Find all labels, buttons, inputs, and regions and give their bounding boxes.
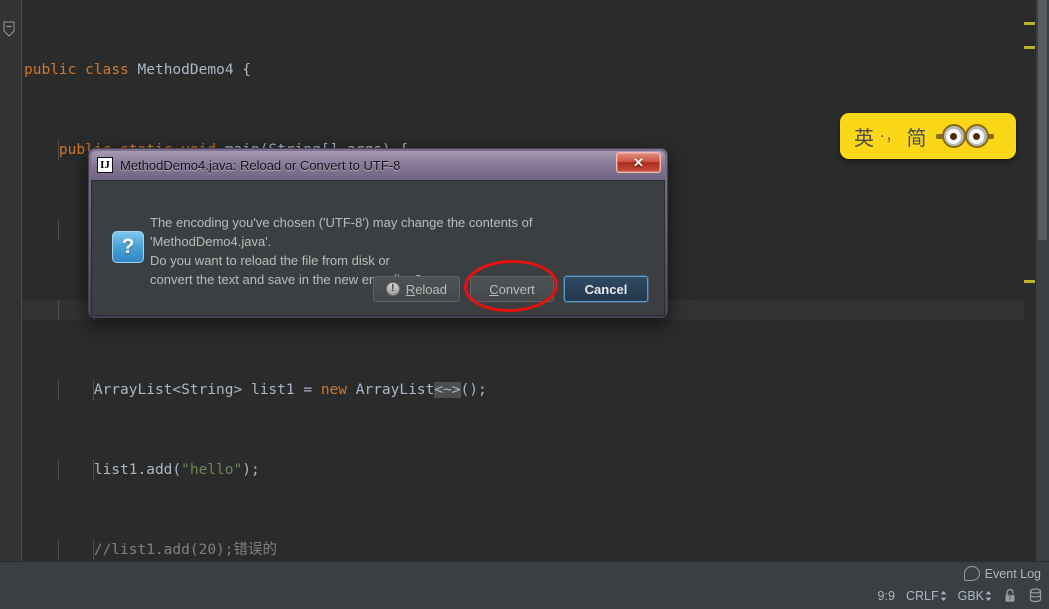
eye-white (969, 128, 985, 144)
code-line: public class MethodDemo4 { (24, 62, 252, 78)
status-bar: Event Log 9:9 CRLF GBK T (0, 561, 1049, 609)
speech-bubble-icon (963, 566, 980, 581)
intellij-idea-icon: IJ (97, 157, 113, 173)
svg-text:T: T (1008, 596, 1012, 602)
code-line: ArrayList<String> list1 = new ArrayList<… (24, 380, 487, 400)
chevron-updown-icon (940, 590, 947, 602)
encoding-label: GBK (957, 588, 984, 603)
eye-pupil (973, 132, 981, 140)
error-stripe-marker-bar[interactable] (1024, 0, 1036, 562)
ime-mode-label[interactable]: 英 (854, 122, 874, 151)
close-icon[interactable]: ✕ (616, 152, 661, 173)
event-log-button[interactable]: Event Log (963, 566, 1041, 581)
warning-marker[interactable] (1024, 22, 1035, 25)
editor-gutter[interactable] (0, 0, 22, 562)
code-line: //list1.add(20);错误的 (22, 540, 1024, 560)
goggle-eye-right (964, 124, 989, 148)
status-bar-widgets: 9:9 CRLF GBK T (878, 588, 1043, 603)
database-icon[interactable] (1028, 588, 1043, 603)
chevron-updown-icon (985, 590, 992, 602)
encoding-widget[interactable]: GBK (958, 589, 992, 603)
code-line: list1.add("hello"); (24, 460, 260, 480)
warning-icon: ! (385, 282, 400, 296)
ime-status-popup[interactable]: 英 ·， 简 (840, 113, 1016, 159)
editor-right-strip (1024, 0, 1049, 562)
status-bar-bottom-row: 9:9 CRLF GBK T (0, 586, 1049, 609)
dialog-message-line: The encoding you've chosen ('UTF-8') may… (150, 215, 533, 230)
convert-rest: onvert (498, 281, 535, 297)
editor-scrollbar[interactable] (1036, 0, 1049, 562)
warning-marker[interactable] (1024, 46, 1035, 49)
reload-button-label: Reload (406, 282, 447, 297)
line-separator-widget[interactable]: CRLF (906, 589, 947, 603)
goggle-eye-left (941, 124, 966, 148)
cancel-button[interactable]: Cancel (564, 276, 648, 302)
idea-window: public class MethodDemo4 { public static… (0, 0, 1049, 609)
dialog-button-row: ! Reload Convert Cancel (372, 276, 648, 302)
cancel-button-label: Cancel (584, 281, 628, 297)
dialog-titlebar[interactable]: IJ MethodDemo4.java: Reload or Convert t… (91, 151, 665, 179)
reload-button[interactable]: ! Reload (372, 276, 460, 302)
status-bar-top-row: Event Log (0, 562, 1049, 586)
caret-position-label: 9:9 (877, 588, 895, 603)
event-log-label: Event Log (984, 566, 1041, 581)
convert-button[interactable]: Convert (470, 276, 554, 302)
convert-button-label: Convert (489, 282, 535, 297)
lock-icon[interactable]: T (1003, 588, 1017, 603)
reload-or-convert-dialog: IJ MethodDemo4.java: Reload or Convert t… (88, 148, 668, 318)
scrollbar-thumb[interactable] (1038, 0, 1047, 240)
dialog-body: ? The encoding you've chosen ('UTF-8') m… (91, 180, 665, 316)
dialog-message-line: 'MethodDemo4.java'. (150, 234, 272, 249)
reload-mnemonic: R (405, 281, 416, 297)
minion-goggles-icon[interactable] (936, 123, 995, 149)
caret-position-widget[interactable]: 9:9 (878, 589, 895, 603)
convert-mnemonic: C (489, 281, 499, 297)
ime-punctuation-label[interactable]: ·， (880, 126, 900, 146)
question-icon: ? (112, 231, 144, 263)
eye-pupil (950, 132, 958, 140)
ime-script-label[interactable]: 简 (906, 122, 926, 151)
eye-white (946, 128, 962, 144)
dialog-title: MethodDemo4.java: Reload or Convert to U… (120, 157, 401, 173)
warning-marker[interactable] (1024, 280, 1035, 283)
line-separator-label: CRLF (905, 588, 939, 603)
reload-rest: eload (415, 281, 447, 297)
dialog-message-line: Do you want to reload the file from disk… (150, 253, 390, 268)
code-fold-icon[interactable] (3, 21, 15, 37)
